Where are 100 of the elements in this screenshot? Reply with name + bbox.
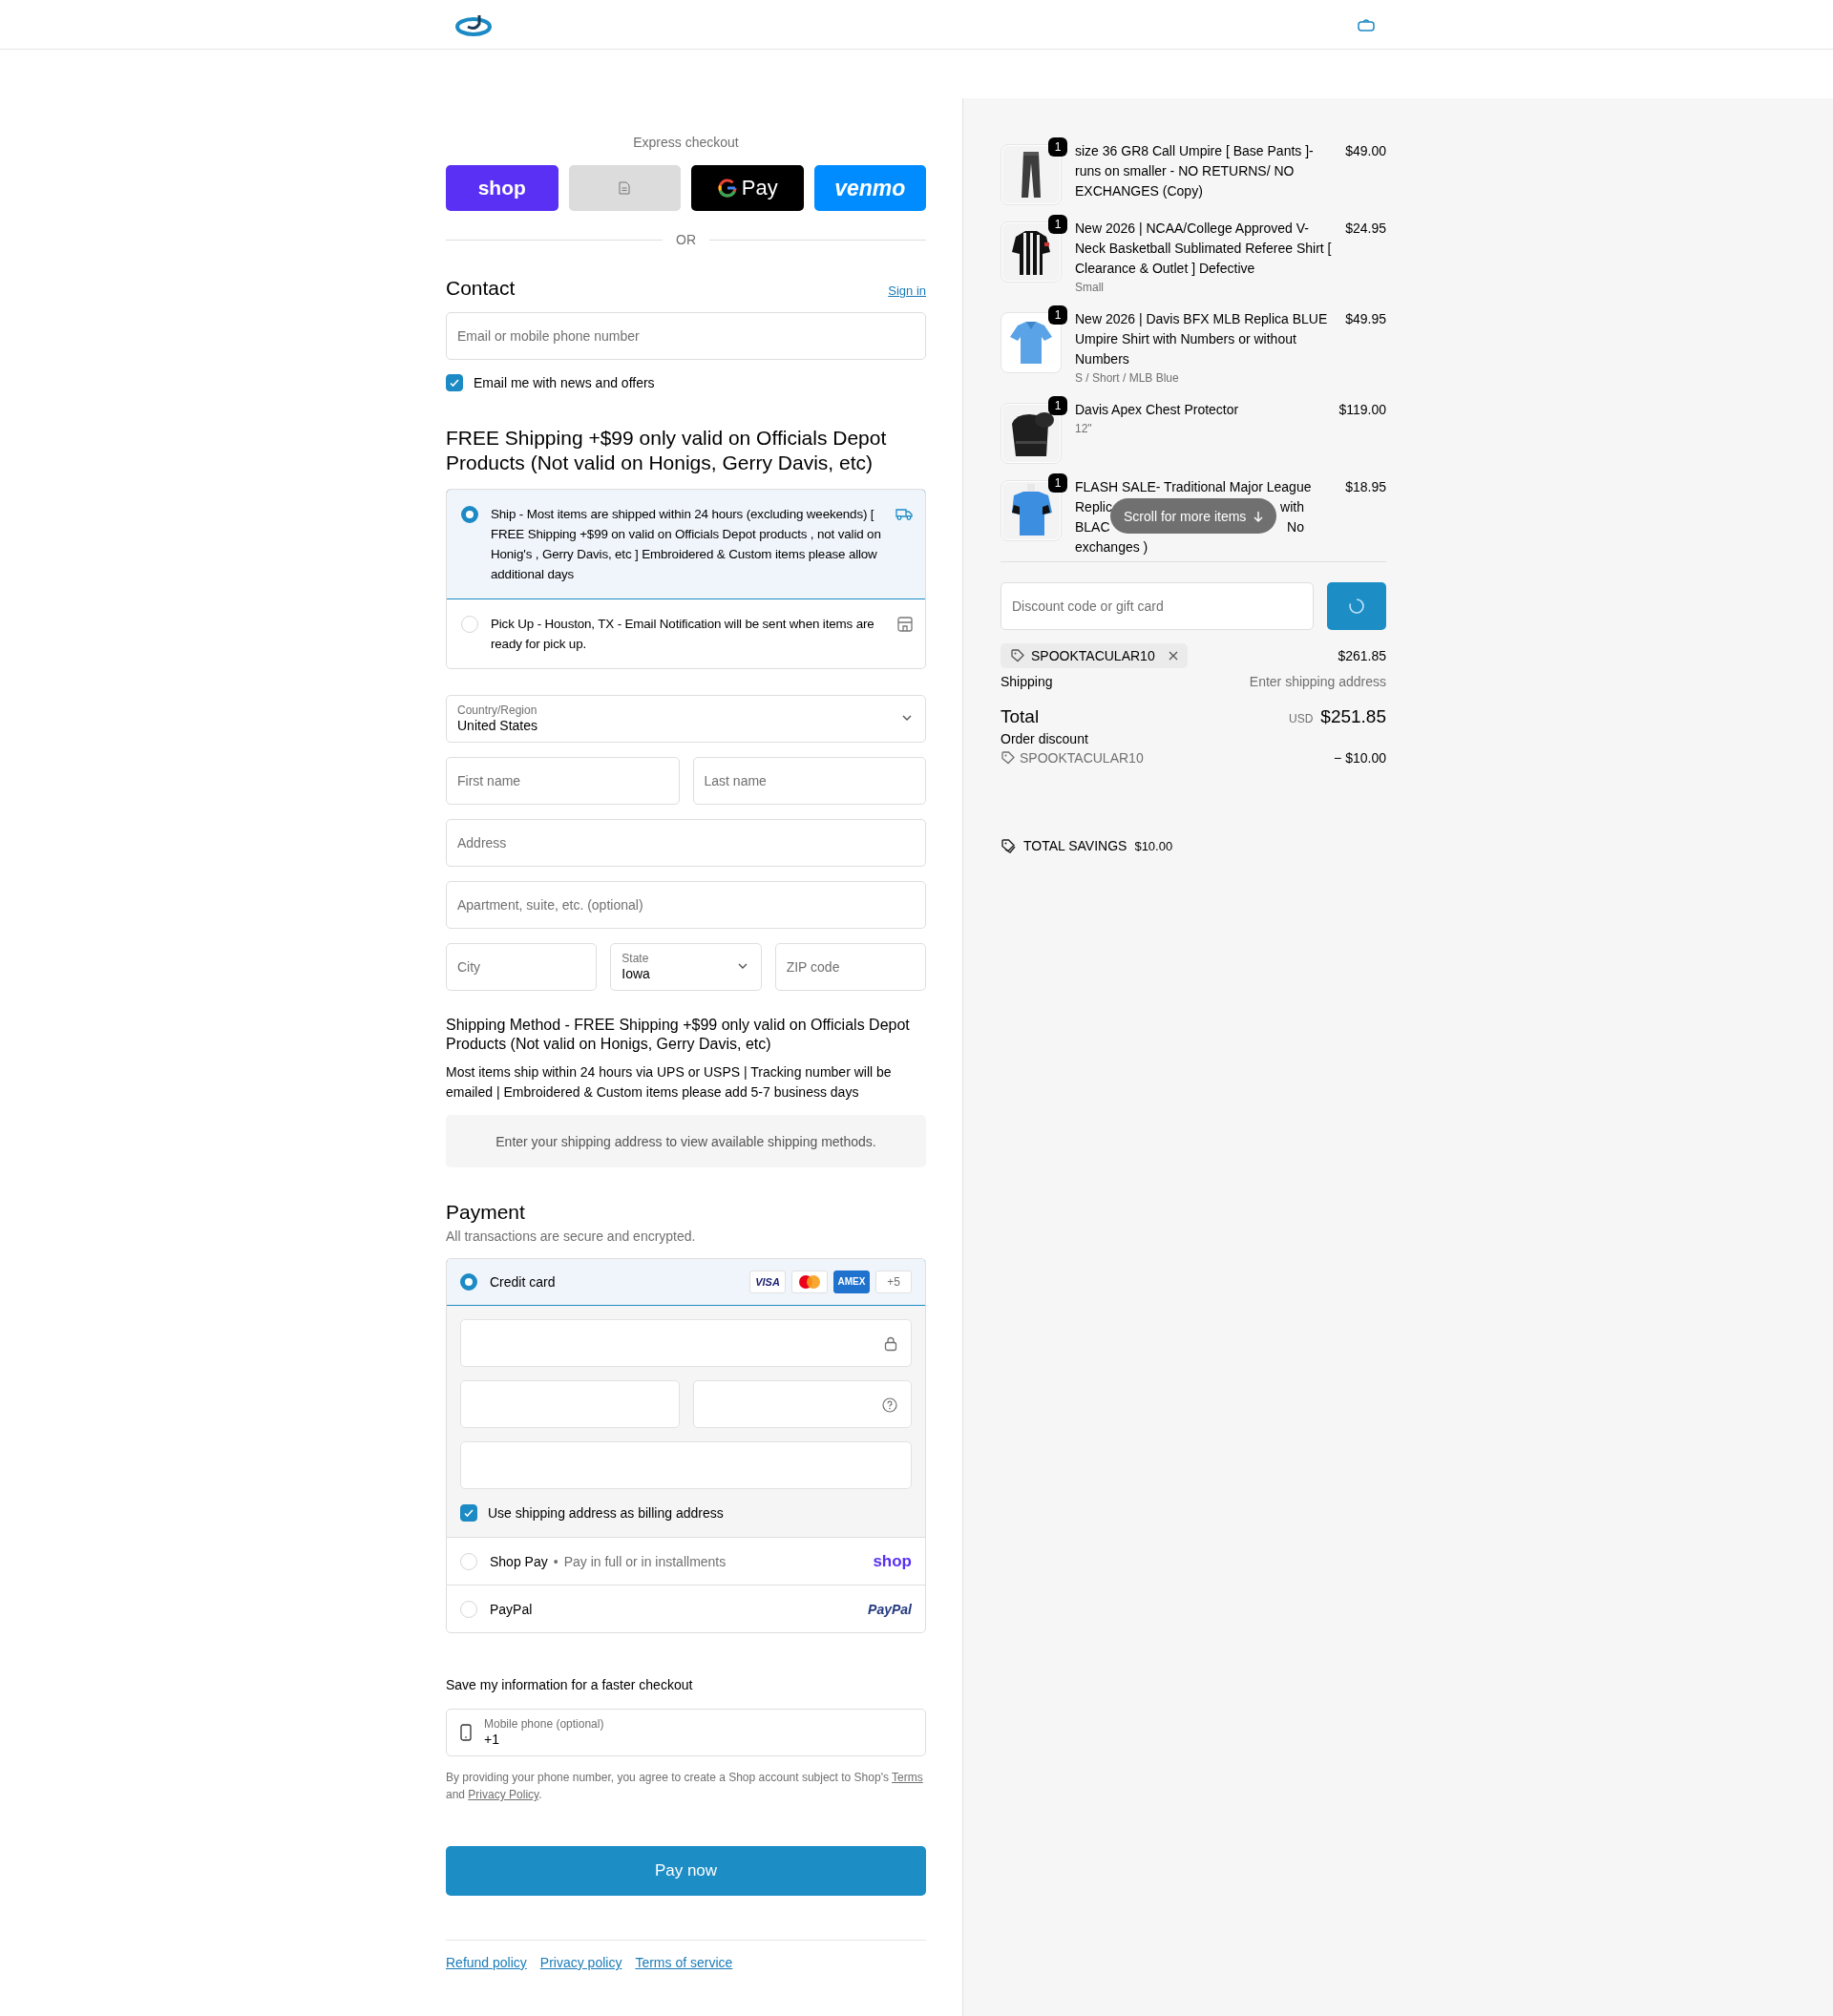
shipping-notice: Enter your shipping address to view available shipping methods. xyxy=(446,1115,926,1167)
shop-pay-button[interactable]: shop xyxy=(446,165,558,211)
product-price: $49.95 xyxy=(1345,310,1386,328)
truck-icon xyxy=(895,507,913,520)
shop-pay-logo: shop xyxy=(873,1551,912,1571)
venmo-button[interactable]: venmo xyxy=(813,165,926,211)
policy-link[interactable]: Terms xyxy=(892,1771,923,1784)
payment-option-label: Credit card xyxy=(490,1273,556,1290)
card-input-field[interactable] xyxy=(460,1319,912,1367)
payment-option-label: Shop Pay xyxy=(490,1553,548,1569)
checkbox-label: Use shipping address as billing address xyxy=(488,1505,724,1521)
divider-label: OR xyxy=(676,232,696,247)
delivery-option[interactable] xyxy=(447,490,925,599)
product-variant: S / Short / MLB Blue xyxy=(1075,370,1180,387)
payment-option-note: Pay in full or in installments xyxy=(563,1553,727,1569)
payment-option[interactable]: Shop Pay • Pay in full or in installments shop xyxy=(447,1537,925,1585)
card-input-field[interactable] xyxy=(460,1441,912,1489)
apply-button[interactable] xyxy=(1327,582,1386,630)
checkmark-icon xyxy=(449,377,460,388)
card-brand-logo: AMEX xyxy=(833,1270,870,1293)
shipping-method-description: Most items ship within 24 hours via UPS or USPS | Tracking number will be emailed | Embroidered & Custom items please add 5-7 business days xyxy=(446,1063,893,1102)
product-title-fragment: BLAC xyxy=(1075,518,1110,536)
shipping-method-title: Shipping Method - FREE Shipping +$99 only valid on Officials Depot Products (Not valid on Honigs, Gerry Davis, etc) xyxy=(446,1016,911,1054)
separator-dot: • xyxy=(553,1553,558,1569)
discount-code: SPOOKTACULAR10 xyxy=(1020,750,1144,766)
bag-icon[interactable] xyxy=(1357,18,1376,32)
order-discount-label: Order discount xyxy=(1001,731,1089,746)
footer-link[interactable]: Privacy policy xyxy=(539,1955,622,1970)
radio-button[interactable] xyxy=(461,506,478,523)
product-price: $18.95 xyxy=(1345,478,1386,496)
logo-icon xyxy=(455,13,492,36)
savings-amount: $10.00 xyxy=(1134,838,1173,853)
quantity-badge: 1 xyxy=(1048,473,1067,493)
checkbox[interactable] xyxy=(446,374,463,391)
savings-label: TOTAL SAVINGS xyxy=(1023,838,1127,853)
card-input-field[interactable] xyxy=(460,1380,680,1428)
section-title: Payment xyxy=(446,1200,526,1225)
summary-label: Shipping xyxy=(1001,674,1053,689)
close-icon[interactable] xyxy=(1168,651,1178,661)
tag-icon xyxy=(1010,648,1025,663)
product-variant: 12" xyxy=(1075,421,1093,437)
city-field[interactable]: City xyxy=(446,943,598,991)
radio-button[interactable] xyxy=(460,1272,477,1291)
product-title: size 36 GR8 Call Umpire [ Base Pants ]- runs on smaller - NO RETURNS/ NO EXCHANGES (Copy) xyxy=(1075,142,1315,200)
google-pay-button[interactable]: Pay xyxy=(691,165,804,211)
payment-option[interactable]: Credit card VISA AMEX +5 xyxy=(447,1259,925,1306)
total-label: Total xyxy=(1001,706,1040,727)
card-input-field[interactable] xyxy=(692,1380,912,1428)
address-field[interactable]: Address xyxy=(446,819,926,867)
footer-link[interactable]: Terms of service xyxy=(635,1955,733,1970)
total-amount: $251.85 xyxy=(1320,706,1386,727)
pay-now-button[interactable]: Pay now xyxy=(446,1846,926,1896)
quantity-badge: 1 xyxy=(1048,137,1067,157)
first-name-field[interactable]: First name xyxy=(446,757,680,805)
document-icon xyxy=(619,181,631,195)
payment-option[interactable]: PayPal PayPal xyxy=(447,1585,925,1632)
quantity-badge: 1 xyxy=(1048,215,1067,234)
checkmark-icon xyxy=(463,1507,474,1519)
quantity-badge: 1 xyxy=(1048,396,1067,415)
card-brand-logo: VISA xyxy=(749,1270,786,1293)
phone-field[interactable]: Mobile phone (optional) +1 xyxy=(446,1709,926,1756)
paypal-logo: PayPal xyxy=(868,1601,912,1617)
discount-amount: − $10.00 xyxy=(1334,750,1386,766)
sign-in-link[interactable]: Sign in xyxy=(888,284,926,298)
email-field[interactable]: Email or mobile phone number xyxy=(446,312,926,360)
apartment-field[interactable]: Apartment, suite, etc. (optional) xyxy=(446,881,926,929)
product-title: New 2026 | NCAA/College Approved V-Neck Basketball Sublimated Referee Shirt [ Clearance & Outlet ] Defective xyxy=(1075,220,1333,278)
state-select[interactable]: State Iowa xyxy=(610,943,762,991)
arrow-down-icon xyxy=(1254,510,1264,522)
summary-value: Enter shipping address xyxy=(1249,674,1386,689)
google-g-icon xyxy=(716,178,738,199)
country-select[interactable]: Country/Region United States xyxy=(446,695,926,743)
discount-field[interactable]: Discount code or gift card xyxy=(1001,582,1314,630)
mastercard-icon xyxy=(791,1270,828,1293)
currency-code: USD xyxy=(1288,712,1314,725)
product-price: $49.00 xyxy=(1345,142,1386,160)
product-title-fragment: No xyxy=(1287,518,1304,536)
last-name-field[interactable]: Last name xyxy=(692,757,926,805)
chevron-down-icon xyxy=(737,963,748,969)
zip-field[interactable]: ZIP code xyxy=(774,943,926,991)
subtotal-amount: $261.85 xyxy=(1338,648,1386,663)
delivery-option[interactable]: Pick Up - Houston, TX - Email Notification will be sent when items are ready for pick up. xyxy=(447,599,925,668)
product-price: $24.95 xyxy=(1345,220,1386,238)
checkbox-label: Email me with news and offers xyxy=(474,375,655,390)
store-icon xyxy=(897,617,913,632)
section-title: FREE Shipping +$99 only valid on Officials Depot Products (Not valid on Honigs, Gerry Davis, etc) xyxy=(446,426,888,475)
checkbox[interactable] xyxy=(460,1504,477,1522)
express-checkout-label: Express checkout xyxy=(633,135,739,151)
discount-code: SPOOKTACULAR10 xyxy=(1031,648,1155,663)
lock-icon xyxy=(884,1336,897,1352)
savings-tag-icon xyxy=(1001,838,1016,853)
product-title-fragment: with xyxy=(1280,498,1304,516)
footer-link[interactable]: Refund policy xyxy=(446,1955,527,1970)
quantity-badge: 1 xyxy=(1048,305,1067,325)
help-icon xyxy=(882,1397,897,1413)
tag-icon xyxy=(1001,750,1016,766)
product-price: $119.00 xyxy=(1338,401,1386,419)
more-brands-badge: +5 xyxy=(875,1270,912,1293)
chevron-down-icon xyxy=(902,715,912,721)
section-title: Contact xyxy=(446,276,516,301)
